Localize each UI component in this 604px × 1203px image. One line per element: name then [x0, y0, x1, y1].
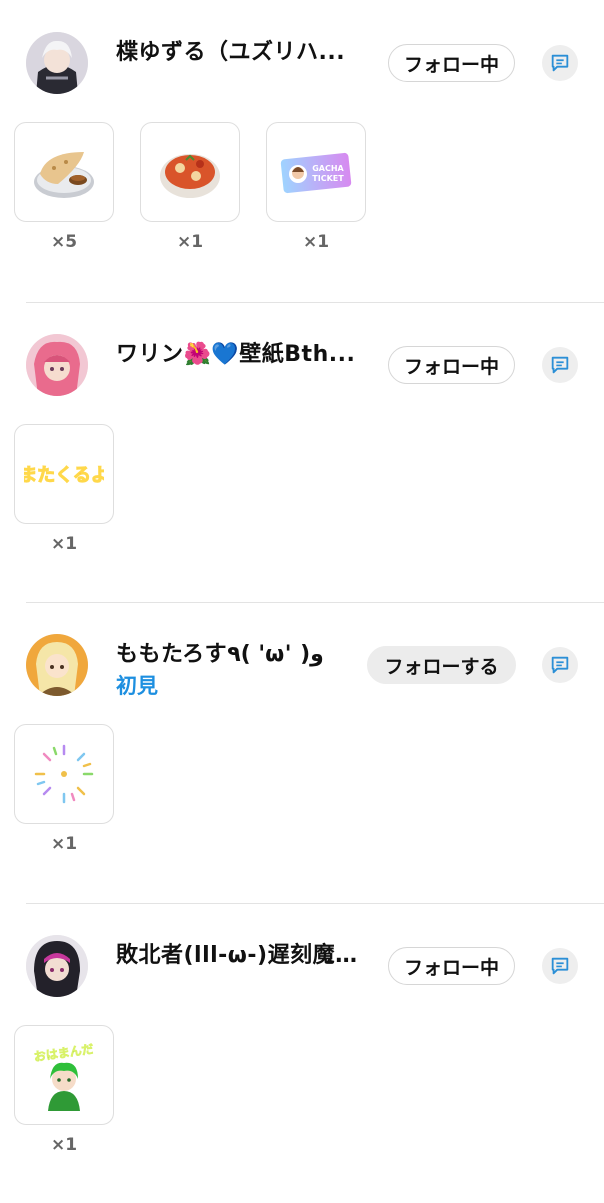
ticket-text-line2: TICKET [312, 174, 344, 183]
naan-curry-icon [34, 152, 94, 198]
gift-item[interactable]: GACHA TICKET [266, 122, 366, 222]
message-button[interactable] [542, 45, 578, 81]
gift-item[interactable]: またくるよ [14, 424, 114, 524]
ticket-text-line1: GACHA [312, 164, 344, 173]
gift-count: ×1 [50, 834, 78, 854]
message-icon [551, 356, 569, 374]
message-button[interactable] [542, 347, 578, 383]
gift-entry: ワリン🌺💙壁紙Bth... フォロー中 またくるよ ×1 [0, 302, 604, 602]
avatar[interactable] [26, 634, 88, 696]
avatar[interactable] [26, 32, 88, 94]
message-icon [551, 656, 569, 674]
message-icon [551, 957, 569, 975]
gift-item[interactable] [14, 724, 114, 824]
message-button[interactable] [542, 647, 578, 683]
tomato-curry-icon [160, 154, 220, 198]
gift-entry: 敗北者(lll-ω-)遅刻魔... フォロー中 おはまんだ ×1 [0, 903, 604, 1203]
following-button[interactable]: フォロー中 [388, 44, 515, 82]
message-icon [551, 54, 569, 72]
ohamanda-sticker-icon: おはまんだ [33, 1042, 95, 1111]
gift-count: ×5 [50, 232, 78, 252]
divider [26, 302, 604, 303]
fireworks-icon [34, 744, 94, 804]
gift-item[interactable] [140, 122, 240, 222]
username[interactable]: 敗北者(lll-ω-)遅刻魔... [116, 937, 360, 969]
gift-count: ×1 [50, 534, 78, 554]
sticker-text: またくるよ [24, 465, 104, 486]
avatar[interactable] [26, 935, 88, 997]
username[interactable]: ワリン🌺💙壁紙Bth... [116, 336, 360, 368]
message-button[interactable] [542, 948, 578, 984]
divider [26, 903, 604, 904]
gift-count: ×1 [302, 232, 330, 252]
sticker-text: おはまんだ [33, 1042, 94, 1064]
following-button[interactable]: フォロー中 [388, 346, 515, 384]
gift-item[interactable] [14, 122, 114, 222]
first-time-badge: 初見 [116, 674, 158, 698]
gift-count: ×1 [176, 232, 204, 252]
gift-count: ×1 [50, 1135, 78, 1155]
gacha-ticket-icon: GACHA TICKET [280, 152, 352, 194]
gift-entry: ももたろす٩( 'ω' )و 初見 フォローする ×1 [0, 602, 604, 902]
username[interactable]: ももたろす٩( 'ω' )و [116, 636, 360, 668]
avatar[interactable] [26, 334, 88, 396]
matakuruyo-sticker-icon: またくるよ [24, 465, 104, 487]
gift-entry: 楪ゆずる（ユズリハ... フォロー中 ×5 ×1 GACHA TICKET ×1 [0, 0, 604, 300]
gift-item[interactable]: おはまんだ [14, 1025, 114, 1125]
follow-button[interactable]: フォローする [367, 646, 516, 684]
username[interactable]: 楪ゆずる（ユズリハ... [116, 34, 360, 66]
following-button[interactable]: フォロー中 [388, 947, 515, 985]
divider [26, 602, 604, 603]
